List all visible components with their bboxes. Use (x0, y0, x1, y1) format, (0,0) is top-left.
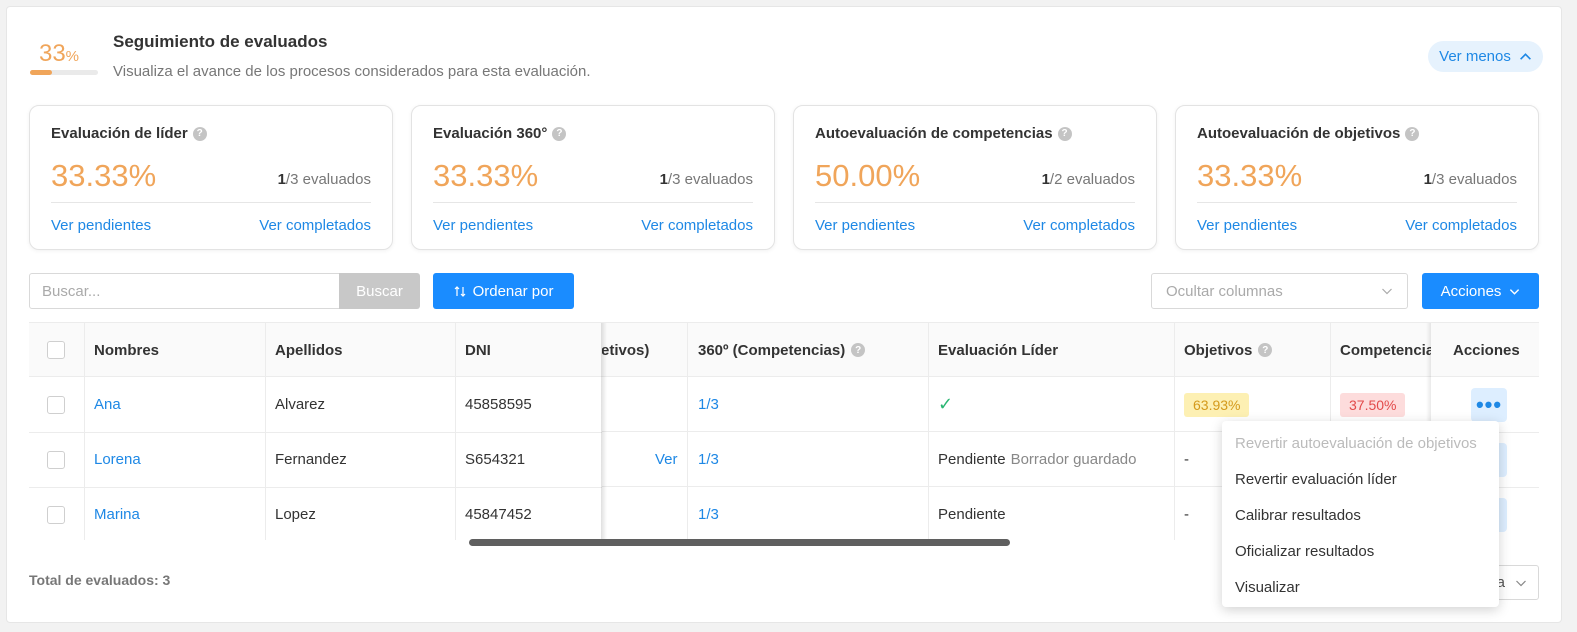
ver-pendientes-link[interactable]: Ver pendientes (815, 217, 915, 234)
page-subtitle: Visualiza el avance de los procesos cons… (113, 63, 591, 80)
card-title: Evaluación de líder? (51, 125, 207, 142)
menu-item-calibrar-resultados[interactable]: Calibrar resultados (1222, 497, 1499, 533)
menu-item-visualizar[interactable]: Visualizar (1222, 569, 1499, 605)
help-icon[interactable]: ? (1057, 126, 1072, 141)
overall-progress: 33% (30, 40, 98, 75)
col-header-acciones: Acciones (1453, 341, 1520, 359)
apellido-cell: Alvarez (275, 396, 326, 413)
col-header-apellidos: Apellidos (275, 341, 343, 359)
card-title: Autoevaluación de objetivos? (1197, 125, 1420, 142)
page-title: Seguimiento de evaluados (113, 32, 328, 51)
help-icon[interactable]: ? (552, 126, 567, 141)
c360-link[interactable]: 1/3 (698, 487, 719, 540)
help-icon[interactable]: ? (192, 126, 207, 141)
card-title: Evaluación 360°? (433, 125, 567, 142)
row-checkbox[interactable] (47, 487, 65, 540)
order-by-label: Ordenar por (472, 282, 554, 300)
card-title: Autoevaluación de competencias? (815, 125, 1072, 142)
row-checkbox[interactable] (47, 377, 65, 432)
c360-link[interactable]: 1/3 (698, 377, 719, 432)
help-icon[interactable]: ? (1405, 126, 1420, 141)
overall-progress-bar (30, 70, 98, 75)
card-evaluated-count: 1/2 evaluados (1041, 171, 1135, 188)
ver-completados-link[interactable]: Ver completados (641, 217, 753, 234)
ver-completados-link[interactable]: Ver completados (259, 217, 371, 234)
card-percent: 33.33% (433, 158, 539, 193)
ver-pendientes-link[interactable]: Ver pendientes (433, 217, 533, 234)
chevron-up-icon (1519, 53, 1531, 60)
order-by-button[interactable]: Ordenar por (433, 273, 574, 309)
divider (1197, 202, 1517, 203)
ver-completados-link[interactable]: Ver completados (1405, 217, 1517, 234)
ver-completados-link[interactable]: Ver completados (1023, 217, 1135, 234)
card-evaluated-count: 1/3 evaluados (659, 171, 753, 188)
table-horizontal-scrollbar[interactable] (469, 539, 1010, 546)
col-header-evaluacion-lider: Evaluación Líder (938, 341, 1059, 359)
row-actions-menu: Revertir autoevaluación de objetivos Rev… (1222, 421, 1499, 607)
check-icon: ✓ (938, 394, 954, 414)
hide-columns-select[interactable]: Ocultar columnas (1151, 273, 1408, 309)
lider-status: Pendiente Borrador guardado (938, 451, 1137, 468)
nombre-link[interactable]: Marina (94, 487, 140, 540)
competencias-badge: 37.50% (1340, 392, 1406, 417)
divider (815, 202, 1135, 203)
overall-progress-value: 33% (38, 40, 80, 67)
card-autoevaluacion-competencias: Autoevaluación de competencias? 50.00% 1… (793, 105, 1157, 250)
card-evaluated-count: 1/3 evaluados (1423, 171, 1517, 188)
search-input[interactable] (29, 273, 340, 309)
nombre-link[interactable]: Ana (94, 377, 121, 432)
total-evaluados: Total de evaluados: 3 (29, 572, 171, 588)
select-all-checkbox[interactable] (47, 323, 65, 377)
dni-cell: 45858595 (465, 396, 532, 413)
divider (51, 202, 371, 203)
card-evaluated-count: 1/3 evaluados (277, 171, 371, 188)
ver-pendientes-link[interactable]: Ver pendientes (51, 217, 151, 234)
overall-progress-fill (30, 70, 53, 75)
search-button[interactable]: Buscar (339, 273, 420, 309)
col-header-objetivos-partial: etivos) (601, 341, 650, 359)
more-actions-button[interactable]: ••• (1471, 387, 1507, 422)
objetivos-value: - (1184, 451, 1189, 468)
card-evaluacion-lider: Evaluación de líder? 33.33% 1/3 evaluado… (29, 105, 393, 250)
chevron-down-icon (1516, 580, 1526, 586)
ver-pendientes-link[interactable]: Ver pendientes (1197, 217, 1297, 234)
ver-menos-label: Ver menos (1439, 48, 1511, 65)
lider-status: Pendiente (938, 506, 1006, 523)
chevron-down-icon (1510, 288, 1520, 295)
divider (433, 202, 753, 203)
nombre-link[interactable]: Lorena (94, 432, 141, 487)
col-header-objetivos: Objetivos? (1184, 323, 1273, 377)
help-icon[interactable]: ? (851, 343, 866, 357)
objetivos-value: - (1184, 506, 1189, 523)
dni-cell: 45847452 (465, 506, 532, 523)
menu-item-oficializar-resultados[interactable]: Oficializar resultados (1222, 533, 1499, 569)
col-header-nombres: Nombres (94, 341, 160, 359)
col-header-360-competencias: 360º (Competencias)? (698, 323, 866, 377)
card-autoevaluacion-objetivos: Autoevaluación de objetivos? 33.33% 1/3 … (1175, 105, 1539, 250)
card-evaluacion-360: Evaluación 360°? 33.33% 1/3 evaluados Ve… (411, 105, 775, 250)
menu-item-revertir-evaluacion-lider[interactable]: Revertir evaluación líder (1222, 461, 1499, 497)
ver-link[interactable]: Ver (655, 432, 678, 487)
sort-icon (454, 285, 465, 297)
col-header-dni: DNI (465, 341, 491, 359)
card-percent: 33.33% (1197, 158, 1303, 193)
card-percent: 50.00% (815, 158, 921, 193)
actions-label: Acciones (1440, 282, 1502, 300)
objetivos-badge: 63.93% (1184, 392, 1250, 417)
chevron-down-icon (1382, 288, 1392, 295)
actions-button[interactable]: Acciones (1422, 273, 1539, 309)
hide-columns-placeholder: Ocultar columnas (1166, 282, 1283, 300)
c360-link[interactable]: 1/3 (698, 432, 719, 487)
dni-cell: S654321 (465, 451, 526, 468)
fixed-left-columns: Nombres Apellidos DNI Ana Alvarez 458585… (29, 323, 602, 540)
menu-item-revertir-autoevaluacion-objetivos: Revertir autoevaluación de objetivos (1235, 434, 1477, 452)
apellido-cell: Lopez (275, 506, 316, 523)
apellido-cell: Fernandez (275, 451, 347, 468)
ver-menos-button[interactable]: Ver menos (1428, 41, 1543, 72)
row-checkbox[interactable] (47, 432, 65, 487)
card-percent: 33.33% (51, 158, 157, 193)
help-icon[interactable]: ? (1258, 343, 1273, 357)
